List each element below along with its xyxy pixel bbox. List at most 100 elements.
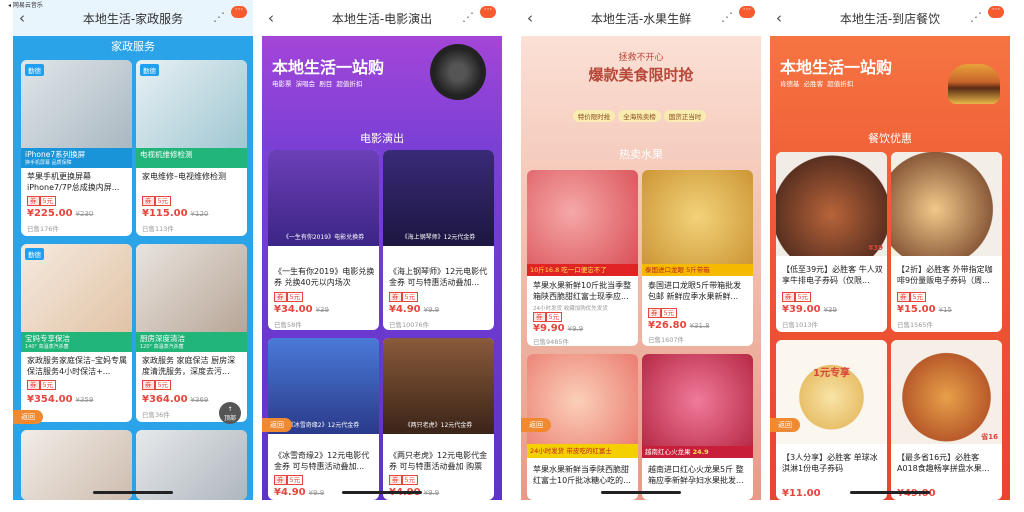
more-icon[interactable]: ··· (988, 6, 1004, 18)
product-card[interactable]: 勤德 iPhone7系列换屏 换手机屏幕 品质保障 苹果手机更换屏幕iPhone7… (21, 60, 132, 236)
service-bar: iPhone7系列换屏 换手机屏幕 品质保障 (21, 148, 132, 168)
voucher-tag: 券 5元 (389, 475, 419, 485)
product-card[interactable]: 厨房深度清洁 120° 高温蒸汽杀菌 家政服务 家庭保洁 厨房深度清洗服务，深度去… (136, 244, 247, 422)
home-indicator (850, 491, 930, 494)
home-indicator (93, 491, 173, 494)
voucher-tag: 券 5元 (274, 292, 304, 302)
more-icon[interactable]: ··· (480, 6, 496, 18)
product-title: 越南进口红心火龙果5斤 整箱应季新鲜孕妇水果批发... (648, 465, 744, 485)
voucher-tag: 券 5元 (533, 312, 563, 322)
product-card[interactable]: 《海上钢琴师》12元代金券 《海上钢琴师》12元电影代金券 可与特惠活动叠加..… (383, 150, 494, 330)
brand-badge: 勤德 (140, 64, 159, 76)
price: ¥39.00 ¥39 (782, 304, 837, 315)
promo-tag: 1元专享 (813, 368, 850, 379)
banner-title: 爆款美食限时抢 (588, 66, 694, 84)
poster-caption: 《海上钢琴师》12元代金券 (401, 234, 476, 241)
voucher-tag: 券 5元 (897, 292, 927, 302)
nav-bar: ‹ 本地生活-家政服务 ⋰ ··· (13, 0, 253, 36)
chevron-left-icon[interactable]: ‹ (19, 9, 25, 27)
share-icon[interactable]: ⋰ (462, 10, 474, 24)
share-icon[interactable]: ⋰ (970, 10, 982, 24)
nav-bar: ‹ 本地生活-电影演出 ⋰ ··· (262, 0, 502, 36)
poster-caption: 《两只老虎》12元代金券 (404, 422, 473, 429)
price: ¥225.00 ¥230 (27, 208, 94, 219)
more-icon[interactable]: ··· (231, 6, 247, 18)
share-icon[interactable]: ⋰ (213, 10, 225, 24)
voucher-tag: 券 5元 (27, 380, 57, 390)
section-title: 餐饮优惠 (868, 132, 912, 145)
product-card[interactable]: ¥39 【低至39元】必胜客 牛人双享牛排电子券码（仅限... 券 5元 ¥39.… (776, 152, 887, 332)
brand-badge: 勤德 (25, 64, 44, 76)
product-card[interactable] (136, 430, 247, 500)
product-image (527, 354, 638, 458)
price: ¥115.00 ¥120 (142, 208, 209, 219)
promo-tag: 省16 (981, 433, 998, 441)
product-card[interactable]: 省16 【最多省16元】必胜客 A018食趣畅享拼盘水果... ¥49.00 (891, 340, 1002, 500)
banner-title: 本地生活一站购 (780, 58, 893, 77)
product-title: 苹果手机更换屏幕iPhone7/7P总成换内屏... (27, 172, 120, 192)
product-card[interactable]: 泰国进口龙眼 5斤带箱 泰国进口龙眼5斤带箱批发包邮 新鲜应季水果新鲜... 券… (642, 170, 753, 346)
product-title: 【低至39元】必胜客 牛人双享牛排电子券码（仅限... (782, 265, 883, 285)
product-image (21, 430, 132, 500)
product-title: 《一生有你2019》电影兑换券 兑换40元以内场次 (274, 267, 375, 287)
nav-bar: ‹ 本地生活-水果生鲜 ⋰ ··· (521, 0, 761, 36)
more-icon[interactable]: ··· (739, 6, 755, 18)
price: ¥15.00 ¥15 (897, 304, 952, 315)
page-title: 本地生活-到店餐饮 (839, 11, 941, 26)
banner-tags: 电影票 演唱会 剧目 超值折扣 (272, 80, 363, 88)
chevron-left-icon[interactable]: ‹ (268, 9, 274, 27)
product-card[interactable]: 《一生有你2019》电影兑换券 《一生有你2019》电影兑换券 兑换40元以内场… (268, 150, 379, 330)
shipping-note: 24小时发货 收藏加购优先发货 (533, 306, 608, 312)
section-title: 电影演出 (360, 132, 404, 145)
status-bar: ◂ 网易云音乐 (8, 2, 43, 9)
product-title: 苹果水果新鲜10斤批当季整箱陕西脆甜红富士现季应... (533, 281, 632, 301)
product-card[interactable] (21, 430, 132, 500)
sold-count: 已售113件 (142, 225, 174, 233)
back-button[interactable]: 返回 (262, 418, 292, 432)
home-indicator (601, 491, 681, 494)
product-image (136, 430, 247, 500)
page-title: 本地生活-电影演出 (331, 11, 433, 26)
price: ¥26.80 ¥31.8 (648, 320, 710, 331)
banner-title: 本地生活一站购 (272, 58, 385, 77)
product-image (776, 152, 887, 256)
sold-count: 已售1607件 (648, 336, 685, 344)
product-card[interactable]: 《两只老虎》12元代金券 《两只老虎》12元电影代金券 可与特惠活动叠加 购票满… (383, 338, 494, 500)
voucher-tag: 券 5元 (142, 196, 172, 206)
product-title: 家电维修–电视维修检测 (142, 172, 226, 181)
sold-count: 已售58件 (274, 321, 302, 329)
back-button[interactable]: 返回 (770, 418, 800, 432)
section-title: 家政服务 (111, 40, 155, 53)
sold-count: 已售176件 (27, 225, 59, 233)
voucher-tag: 券 5元 (142, 380, 172, 390)
service-bar: 厨房深度清洁 120° 高温蒸汽杀菌 (136, 332, 247, 352)
price: ¥34.00 ¥39 (274, 304, 329, 315)
sold-count: 已售1565件 (897, 321, 934, 329)
voucher-tag: 券 5元 (27, 196, 57, 206)
banner-subtitle: 拯救不开心 (618, 53, 664, 63)
product-card[interactable]: 勤德 电视机维修检测 家电维修–电视维修检测 券 5元 ¥115.00 ¥120 已… (136, 60, 247, 236)
product-title: 《两只老虎》12元电影代金券 可与特惠活动叠加 购票满... (389, 451, 488, 471)
product-image (642, 170, 753, 274)
product-card[interactable]: 【2折】必胜客 外带指定咖啡9份量贩电子券码（周... 券 5元 ¥15.00 ¥1… (891, 152, 1002, 332)
panel-home-services: ‹ 本地生活-家政服务 ⋰ ··· 家政服务 勤德 iPhone7系列换屏 换手机… (13, 0, 253, 500)
product-card[interactable]: 越南红心火龙果 24.9 越南进口红心火龙果5斤 整箱应季新鲜孕妇水果批发... (642, 354, 753, 500)
back-button[interactable]: 返回 (13, 410, 43, 424)
back-button[interactable]: 返回 (521, 418, 551, 432)
scroll-top-button[interactable]: ↑ 顶部 (219, 402, 241, 424)
product-title: 【3人分享】必胜客 单球冰淇淋1份电子券码 (782, 453, 878, 473)
product-card[interactable]: 10斤16.8 吃一口便忘不了 苹果水果新鲜10斤批当季整箱陕西脆甜红富士现季应… (527, 170, 638, 346)
voucher-tag: 券 5元 (648, 308, 678, 318)
chevron-left-icon[interactable]: ‹ (527, 9, 533, 27)
promo-tag: 越南红心火龙果 24.9 (642, 446, 753, 458)
brand-badge: 勤德 (25, 248, 44, 260)
product-title: 【2折】必胜客 外带指定咖啡9份量贩电子券码（周... (897, 265, 993, 285)
voucher-tag: 券 5元 (389, 292, 419, 302)
product-card[interactable]: 勤德 宝妈专享保洁 140° 高温蒸汽杀菌 家政服务家庭保洁–宝妈专属保洁服务4小… (21, 244, 132, 422)
share-icon[interactable]: ⋰ (721, 10, 733, 24)
chevron-left-icon[interactable]: ‹ (776, 9, 782, 27)
banner-tags: 特价限时抢 全海热卖榜 国货正当时 (521, 104, 761, 123)
product-image (527, 170, 638, 274)
product-title: 《冰雪奇缘2》12元电影代金券 可与特惠活动叠加... (274, 451, 370, 471)
product-title: 苹果水果新鲜当季陕西脆甜红富士10斤批冰糖心吃的... (533, 465, 631, 485)
